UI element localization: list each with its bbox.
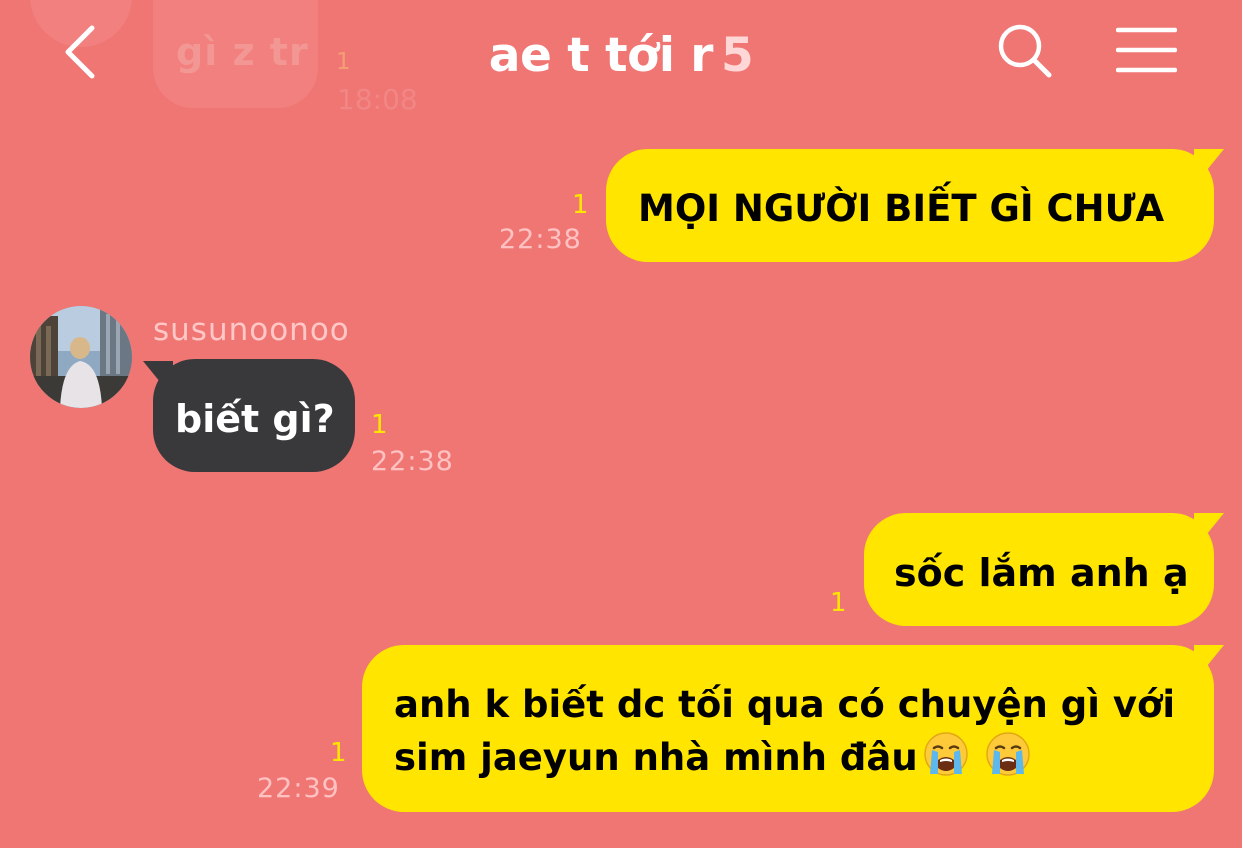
chat-header: ae t tới r5: [0, 0, 1242, 110]
loudly-crying-face-icon: [923, 732, 968, 776]
message-text-line: sim jaeyun nhà mình đâu: [394, 730, 1184, 783]
message-text-line: anh k biết dc tối qua có chuyện gì với: [394, 683, 1176, 726]
unread-count: 1: [830, 588, 847, 618]
message-bubble-outgoing[interactable]: MỌI NGƯỜI BIẾT GÌ CHƯA: [606, 149, 1214, 262]
message-time: 22:38: [371, 446, 454, 477]
unread-count: 1: [371, 410, 388, 440]
chat-room-name: ae t tới r: [488, 28, 714, 83]
hamburger-menu-icon: [1115, 27, 1178, 73]
loudly-crying-face-icon: [985, 732, 1030, 776]
avatar[interactable]: [30, 306, 132, 408]
search-icon: [998, 24, 1052, 78]
message-time: 22:38: [499, 224, 582, 255]
search-button[interactable]: [996, 22, 1056, 82]
menu-button[interactable]: [1115, 25, 1178, 77]
chat-screen: gì z tr 1 18:08 ae t tới r5 1 22:38 MỌI …: [0, 0, 1242, 848]
avatar-photo: [30, 306, 132, 408]
message-time: 22:39: [257, 773, 340, 804]
member-count: 5: [721, 28, 754, 83]
message-text: MỌI NGƯỜI BIẾT GÌ CHƯA: [638, 187, 1165, 230]
unread-count: 1: [330, 738, 347, 768]
sender-name: susunoonoo: [153, 312, 350, 348]
message-bubble-outgoing[interactable]: sốc lắm anh ạ: [864, 513, 1214, 626]
message-bubble-outgoing[interactable]: anh k biết dc tối qua có chuyện gì với s…: [362, 645, 1214, 812]
message-text: sim jaeyun nhà mình đâu: [394, 735, 918, 779]
message-text: biết gì?: [175, 397, 335, 441]
unread-count: 1: [572, 190, 589, 220]
message-text: sốc lắm anh ạ: [894, 551, 1189, 595]
message-bubble-incoming[interactable]: biết gì?: [153, 359, 355, 472]
